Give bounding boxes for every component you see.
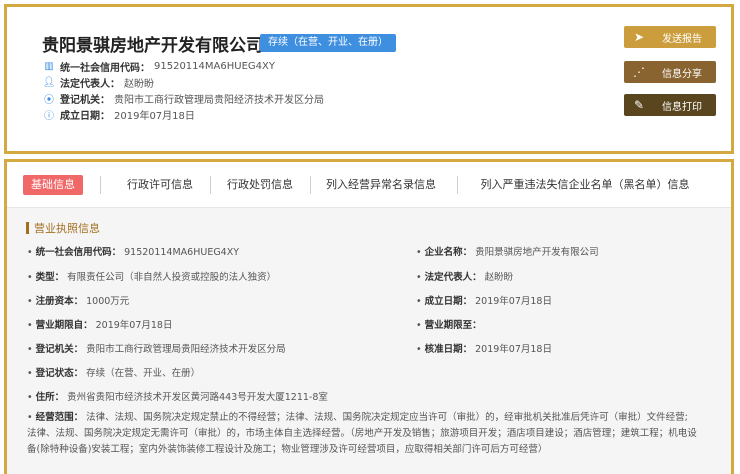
section-title-text: 营业执照信息: [34, 222, 100, 235]
field-founded: • 成立日期： 2019年07月18日: [416, 296, 552, 307]
field-legal-rep: • 法定代表人： 赵盼盼: [416, 272, 514, 283]
field-capital: • 注册资本： 1000万元: [27, 296, 130, 307]
field-term-to: • 营业期限至：: [416, 320, 482, 331]
tab-basic-info[interactable]: 基础信息: [23, 175, 83, 195]
business-license-card: 基础信息 行政许可信息 行政处罚信息 列入经营异常名录信息 列入严重违法失信企业…: [4, 159, 734, 474]
tab-bar: 基础信息 行政许可信息 行政处罚信息 列入经营异常名录信息 列入严重违法失信企业…: [7, 162, 731, 208]
credit-code-value: 91520114MA6HUEG4XY: [154, 61, 275, 72]
credit-code-line: ▥ 统一社会信用代码： 91520114MA6HUEG4XY: [42, 59, 275, 74]
send-report-label: 发送报告: [662, 33, 702, 45]
tab-admin-license[interactable]: 行政许可信息: [119, 175, 201, 195]
person-icon: 👤︎: [42, 77, 56, 88]
company-name: 贵阳景骐房地产开发有限公司: [42, 36, 263, 56]
field-company-name: • 企业名称： 贵阳景骐房地产开发有限公司: [416, 247, 599, 258]
founded-line: ⓘ 成立日期： 2019年07月18日: [42, 107, 195, 122]
founded-label: 成立日期：: [60, 111, 110, 122]
print-info-label: 信息打印: [662, 101, 702, 113]
field-authority: • 登记机关： 贵阳市工商行政管理局贵阳经济技术开发区分局: [27, 344, 286, 355]
field-approved-date: • 核准日期： 2019年07月18日: [416, 344, 552, 355]
paper-plane-icon: ➤: [633, 30, 645, 44]
share-info-label: 信息分享: [662, 68, 702, 80]
location-pin-icon: ⦿: [44, 95, 54, 106]
status-badge: 存续（在营、开业、在册）: [260, 34, 396, 52]
field-reg-status: • 登记状态： 存续（在营、开业、在册）: [27, 368, 201, 379]
legal-rep-label: 法定代表人：: [60, 79, 120, 90]
field-term-from: • 营业期限自： 2019年07月18日: [27, 320, 173, 331]
pencil-icon: ✎: [633, 98, 645, 112]
founded-value: 2019年07月18日: [114, 111, 195, 122]
tab-divider: [100, 176, 101, 194]
tab-blacklist[interactable]: 列入严重违法失信企业名单（黑名单）信息: [467, 175, 703, 195]
legal-rep-line: 👤︎ 法定代表人： 赵盼盼: [42, 75, 154, 90]
field-type: • 类型： 有限责任公司（非自然人投资或控股的法人独资）: [27, 272, 277, 283]
section-title: 营业执照信息: [26, 220, 100, 236]
tab-divider: [310, 176, 311, 194]
send-report-button[interactable]: ➤ 发送报告: [624, 26, 716, 48]
authority-label: 登记机关：: [60, 95, 110, 106]
credit-code-label: 统一社会信用代码：: [60, 63, 150, 74]
info-icon: ⓘ: [44, 111, 54, 122]
tab-admin-penalty[interactable]: 行政处罚信息: [219, 175, 301, 195]
legal-rep-value: 赵盼盼: [124, 79, 154, 90]
authority-value: 贵阳市工商行政管理局贵阳经济技术开发区分局: [114, 95, 324, 106]
field-credit-code: • 统一社会信用代码： 91520114MA6HUEG4XY: [27, 247, 240, 258]
share-icon: ⋰: [633, 65, 645, 79]
print-info-button[interactable]: ✎ 信息打印: [624, 94, 716, 116]
field-address: • 住所： 贵州省贵阳市经济技术开发区黄河路443号开发大厦1211-8室: [27, 392, 328, 403]
tab-divider: [210, 176, 211, 194]
field-business-scope: • 经营范围： 法律、法规、国务院决定规定禁止的不得经营；法律、法规、国务院决定规定…: [27, 412, 697, 455]
section-marker: [26, 222, 29, 234]
tab-abnormal-list[interactable]: 列入经营异常名录信息: [319, 175, 443, 195]
share-info-button[interactable]: ⋰ 信息分享: [624, 61, 716, 83]
barcode-icon: ▥: [44, 61, 54, 72]
tab-divider: [457, 176, 458, 194]
company-header-card: 贵阳景骐房地产开发有限公司 存续（在营、开业、在册） ▥ 统一社会信用代码： 9…: [4, 4, 734, 154]
authority-line: ⦿ 登记机关： 贵阳市工商行政管理局贵阳经济技术开发区分局: [42, 91, 324, 106]
